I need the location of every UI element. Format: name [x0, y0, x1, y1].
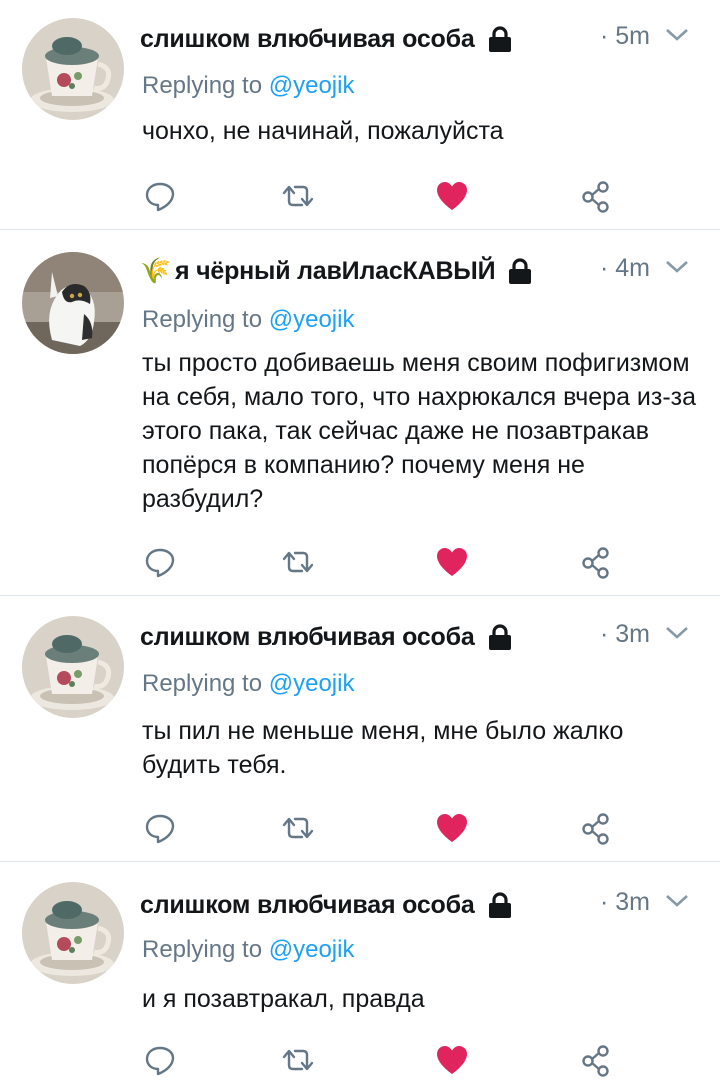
tweet[interactable]: 🌾 я чёрный лавИласКАВЫЙ · 4m Replying to…: [0, 230, 720, 596]
retweet-icon[interactable]: [278, 808, 318, 848]
mention-link[interactable]: @yeojik: [269, 306, 355, 333]
timestamp[interactable]: · 3m: [600, 888, 650, 917]
reply-icon[interactable]: [140, 176, 180, 216]
like-icon[interactable]: [432, 808, 472, 848]
tweet[interactable]: слишком влюбчивая особа · 3m Replying to…: [0, 596, 720, 862]
action-bar: [0, 1040, 720, 1080]
avatar[interactable]: [22, 616, 124, 718]
action-bar: [0, 542, 720, 582]
avatar[interactable]: [22, 252, 124, 354]
share-icon[interactable]: [576, 1040, 616, 1080]
lock-icon: [485, 622, 515, 652]
replying-to-label: Replying to: [142, 936, 263, 963]
reply-icon[interactable]: [140, 808, 180, 848]
action-bar: [0, 808, 720, 848]
replying-to-label: Replying to: [142, 670, 263, 697]
tweet-time: · 3m: [600, 888, 690, 917]
replying-to: Replying to @yeojik: [142, 72, 354, 100]
replying-to: Replying to @yeojik: [142, 936, 354, 964]
author-name[interactable]: слишком влюбчивая особа: [140, 891, 475, 920]
avatar[interactable]: [22, 882, 124, 984]
reply-icon[interactable]: [140, 1040, 180, 1080]
author-row: слишком влюбчивая особа: [140, 22, 515, 56]
chevron-down-icon[interactable]: [664, 888, 690, 917]
avatar[interactable]: [22, 18, 124, 120]
author-name[interactable]: слишком влюбчивая особа: [140, 623, 475, 652]
author-name[interactable]: я чёрный лавИласКАВЫЙ: [175, 257, 496, 286]
timestamp[interactable]: · 3m: [600, 620, 650, 649]
tweet-time: · 3m: [600, 620, 690, 649]
lock-icon: [485, 890, 515, 920]
like-icon[interactable]: [432, 1040, 472, 1080]
share-icon[interactable]: [576, 176, 616, 216]
timestamp[interactable]: · 4m: [600, 254, 650, 283]
lock-icon: [485, 24, 515, 54]
retweet-icon[interactable]: [278, 1040, 318, 1080]
share-icon[interactable]: [576, 808, 616, 848]
chevron-down-icon[interactable]: [664, 22, 690, 51]
author-name[interactable]: слишком влюбчивая особа: [140, 25, 475, 54]
tweet-text: чонхо, не начинай, пожалуйста: [142, 117, 504, 145]
action-bar: [0, 176, 720, 216]
replying-to-label: Replying to: [142, 306, 263, 333]
author-emoji: 🌾: [140, 256, 171, 285]
chevron-down-icon[interactable]: [664, 254, 690, 283]
chevron-down-icon[interactable]: [664, 620, 690, 649]
mention-link[interactable]: @yeojik: [269, 670, 355, 697]
retweet-icon[interactable]: [278, 176, 318, 216]
tweet-text: ты просто добиваешь меня своим пофигизмо…: [142, 349, 697, 513]
like-icon[interactable]: [432, 176, 472, 216]
replying-to: Replying to @yeojik: [142, 306, 354, 334]
timestamp[interactable]: · 5m: [600, 22, 650, 51]
like-icon[interactable]: [432, 542, 472, 582]
replying-to-label: Replying to: [142, 72, 263, 99]
lock-icon: [505, 256, 535, 286]
tweet-time: · 4m: [600, 254, 690, 283]
author-row: 🌾 я чёрный лавИласКАВЫЙ: [140, 254, 535, 288]
tweet[interactable]: слишком влюбчивая особа · 3m Replying to…: [0, 862, 720, 1086]
mention-link[interactable]: @yeojik: [269, 936, 355, 963]
tweet-text: и я позавтракал, правда: [142, 985, 425, 1013]
tweet-time: · 5m: [600, 22, 690, 51]
retweet-icon[interactable]: [278, 542, 318, 582]
mention-link[interactable]: @yeojik: [269, 72, 355, 99]
tweet-text: ты пил не меньше меня, мне было жалко бу…: [142, 717, 624, 779]
tweet[interactable]: слишком влюбчивая особа · 5m Replying to…: [0, 0, 720, 230]
replying-to: Replying to @yeojik: [142, 670, 354, 698]
author-row: слишком влюбчивая особа: [140, 888, 515, 922]
reply-icon[interactable]: [140, 542, 180, 582]
share-icon[interactable]: [576, 542, 616, 582]
author-row: слишком влюбчивая особа: [140, 620, 515, 654]
tweet-thread: слишком влюбчивая особа · 5m Replying to…: [0, 0, 720, 1086]
